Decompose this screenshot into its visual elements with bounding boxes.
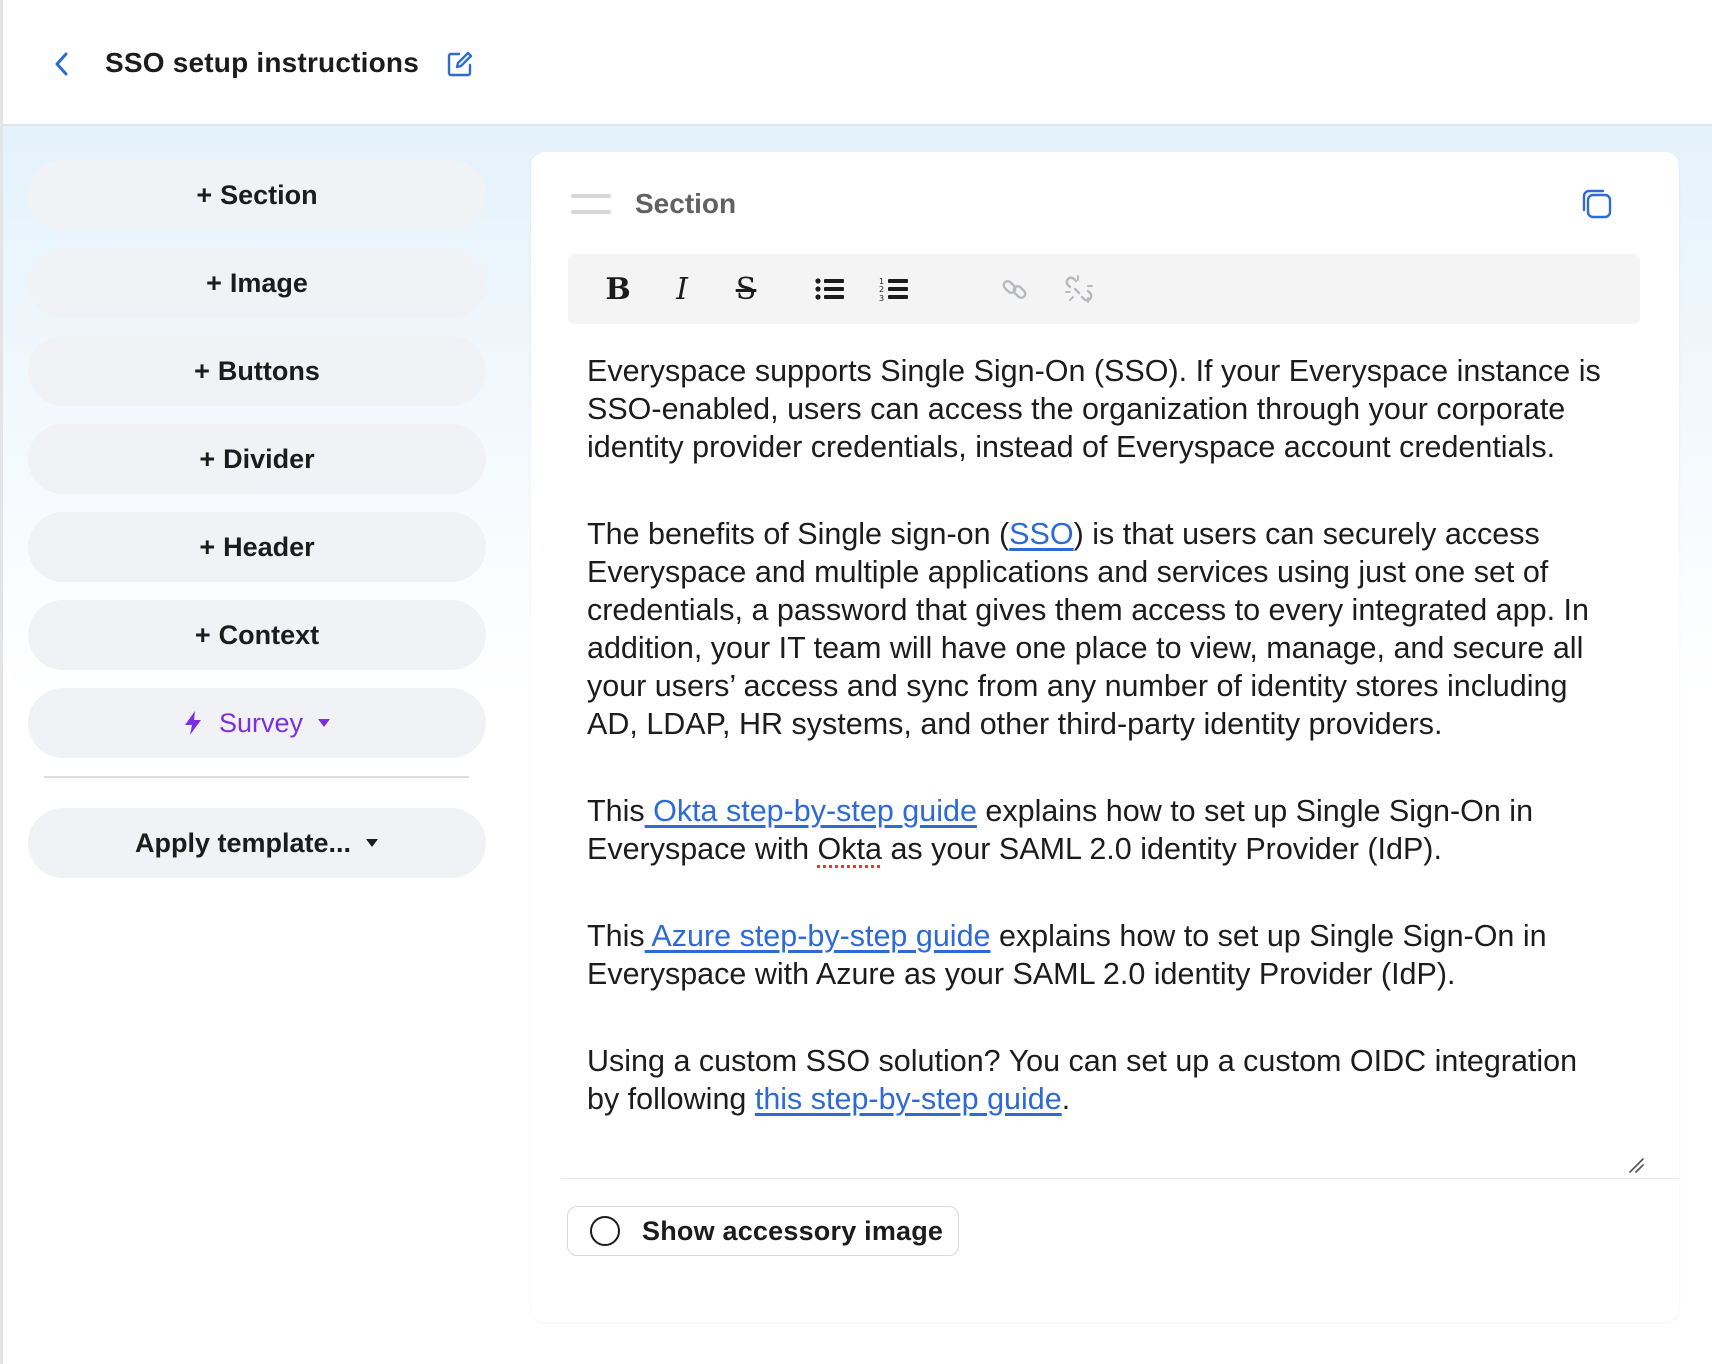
link-icon xyxy=(1002,280,1027,299)
add-image-button[interactable]: + Image xyxy=(28,248,486,318)
italic-button[interactable]: I xyxy=(658,265,706,313)
page-title: SSO setup instructions xyxy=(105,47,419,78)
copy-icon xyxy=(1582,189,1612,219)
unlink-button[interactable] xyxy=(1055,265,1103,313)
formatting-toolbar: B I S 1 2 3 xyxy=(568,254,1640,324)
plus-icon: + xyxy=(199,443,216,474)
block-type-label: Section xyxy=(635,188,737,219)
link-button[interactable] xyxy=(991,265,1039,313)
add-buttons-label: Buttons xyxy=(217,355,320,386)
section-text-editor[interactable]: Everyspace supports Single Sign-On (SSO)… xyxy=(587,352,1617,1118)
plus-icon: + xyxy=(196,179,213,210)
bulleted-list-button[interactable] xyxy=(806,265,854,313)
okta-guide-link[interactable]: Okta step-by-step guide xyxy=(645,794,977,828)
numbered-list-button[interactable]: 1 2 3 xyxy=(870,265,918,313)
text-run: Using a custom SSO solution? You can set… xyxy=(587,1044,1578,1116)
paragraph-azure: This Azure step-by-step guide explains h… xyxy=(587,917,1617,993)
resize-grip-icon[interactable] xyxy=(1627,1156,1645,1174)
unlink-icon xyxy=(1065,275,1093,303)
svg-text:2: 2 xyxy=(879,285,884,294)
bold-button[interactable]: B xyxy=(594,265,642,313)
misspelled-word: Okta xyxy=(817,832,882,866)
edit-icon xyxy=(447,51,473,77)
show-accessory-image-toggle[interactable]: Show accessory image xyxy=(567,1206,959,1256)
workspace: + Section + Image + Buttons + Divider + … xyxy=(3,126,1712,1364)
plus-icon: + xyxy=(194,355,210,386)
italic-icon: I xyxy=(676,271,688,307)
azure-guide-link[interactable]: Azure step-by-step guide xyxy=(645,919,990,953)
plus-icon: + xyxy=(206,267,222,298)
paragraph-intro: Everyspace supports Single Sign-On (SSO)… xyxy=(587,354,1601,464)
apply-template-label: Apply template... xyxy=(134,827,352,858)
paragraph-custom-oidc: Using a custom SSO solution? You can set… xyxy=(587,1042,1617,1118)
caret-down-icon xyxy=(365,838,379,848)
add-header-button[interactable]: + Header xyxy=(28,512,486,582)
block-sidebar: + Section + Image + Buttons + Divider + … xyxy=(28,160,486,896)
plus-icon: + xyxy=(199,531,216,562)
custom-guide-link[interactable]: this step-by-step guide xyxy=(755,1082,1062,1116)
survey-label: Survey xyxy=(218,707,304,738)
caret-down-icon xyxy=(317,718,331,728)
text-run: This xyxy=(587,919,645,953)
accessory-image-label: Show accessory image xyxy=(642,1215,944,1246)
add-context-label: Context xyxy=(218,619,320,650)
sidebar-divider xyxy=(44,776,469,778)
edit-title-button[interactable] xyxy=(443,46,477,82)
add-header-label: Header xyxy=(223,531,315,562)
bolt-icon xyxy=(183,710,203,736)
text-run: This xyxy=(587,794,645,828)
text-run: as your SAML 2.0 identity Provider (IdP)… xyxy=(881,832,1442,866)
chevron-left-icon xyxy=(55,52,68,76)
block-header: Section xyxy=(571,184,736,224)
plus-icon: + xyxy=(194,619,211,650)
add-buttons-button[interactable]: + Buttons xyxy=(28,336,486,406)
svg-text:3: 3 xyxy=(879,294,884,302)
bulleted-list-icon xyxy=(815,278,844,300)
bold-icon: B xyxy=(605,271,631,307)
add-divider-button[interactable]: + Divider xyxy=(28,424,486,494)
numbered-list-icon: 1 2 3 xyxy=(879,277,908,302)
apply-template-button[interactable]: Apply template... xyxy=(28,808,486,878)
add-section-button[interactable]: + Section xyxy=(28,160,486,230)
top-bar: SSO setup instructions xyxy=(3,0,1712,126)
add-context-button[interactable]: + Context xyxy=(28,600,486,670)
editor-divider xyxy=(561,1178,1679,1179)
paragraph-benefits: The benefits of Single sign-on (SSO) is … xyxy=(587,515,1617,743)
sso-link[interactable]: SSO xyxy=(1009,517,1073,551)
back-button[interactable] xyxy=(47,46,77,82)
radio-button[interactable] xyxy=(590,1216,620,1246)
survey-dropdown-button[interactable]: Survey xyxy=(28,688,486,758)
paragraph-okta: This Okta step-by-step guide explains ho… xyxy=(587,792,1617,868)
text-run: The benefits of Single sign-on ( xyxy=(587,517,1010,551)
section-block-editor: Section B I S 1 2 3 Everyspace supports … xyxy=(531,152,1679,1322)
add-section-label: Section xyxy=(220,179,318,210)
text-run: . xyxy=(1061,1082,1071,1116)
strikethrough-icon: S xyxy=(735,271,757,307)
page: SSO setup instructions + Section + Image… xyxy=(0,0,1712,1364)
duplicate-block-button[interactable] xyxy=(1579,186,1615,222)
add-image-label: Image xyxy=(229,267,308,298)
strikethrough-button[interactable]: S xyxy=(722,265,770,313)
add-divider-label: Divider xyxy=(223,443,315,474)
drag-handle-icon[interactable] xyxy=(571,194,611,214)
